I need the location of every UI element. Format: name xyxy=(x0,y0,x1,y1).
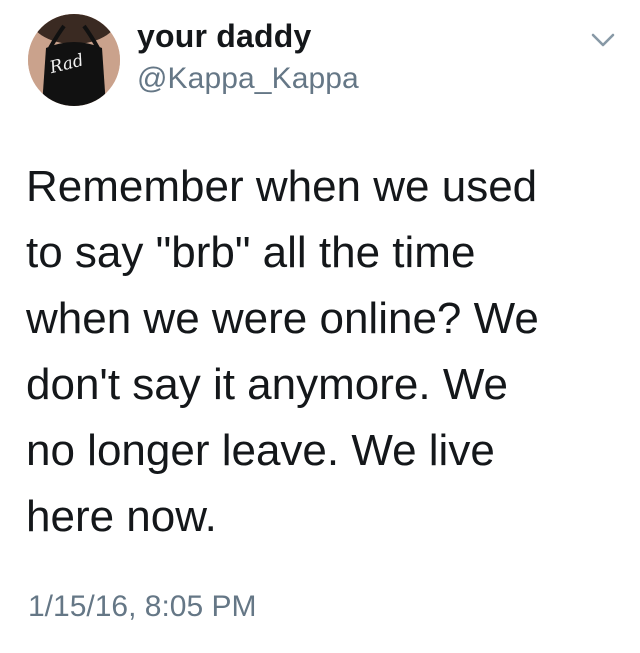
tweet-text: Remember when we used to say "brb" all t… xyxy=(26,162,539,541)
chevron-down-icon[interactable] xyxy=(590,30,616,50)
display-name[interactable]: your daddy xyxy=(137,18,311,55)
avatar-image: Rad xyxy=(28,14,120,106)
tweet-timestamp[interactable]: 1/15/16, 8:05 PM xyxy=(28,590,257,624)
tweet-card: Rad your daddy @Kappa_Kappa Remember whe… xyxy=(0,0,640,653)
user-handle[interactable]: @Kappa_Kappa xyxy=(137,62,359,96)
avatar[interactable]: Rad xyxy=(28,14,120,106)
